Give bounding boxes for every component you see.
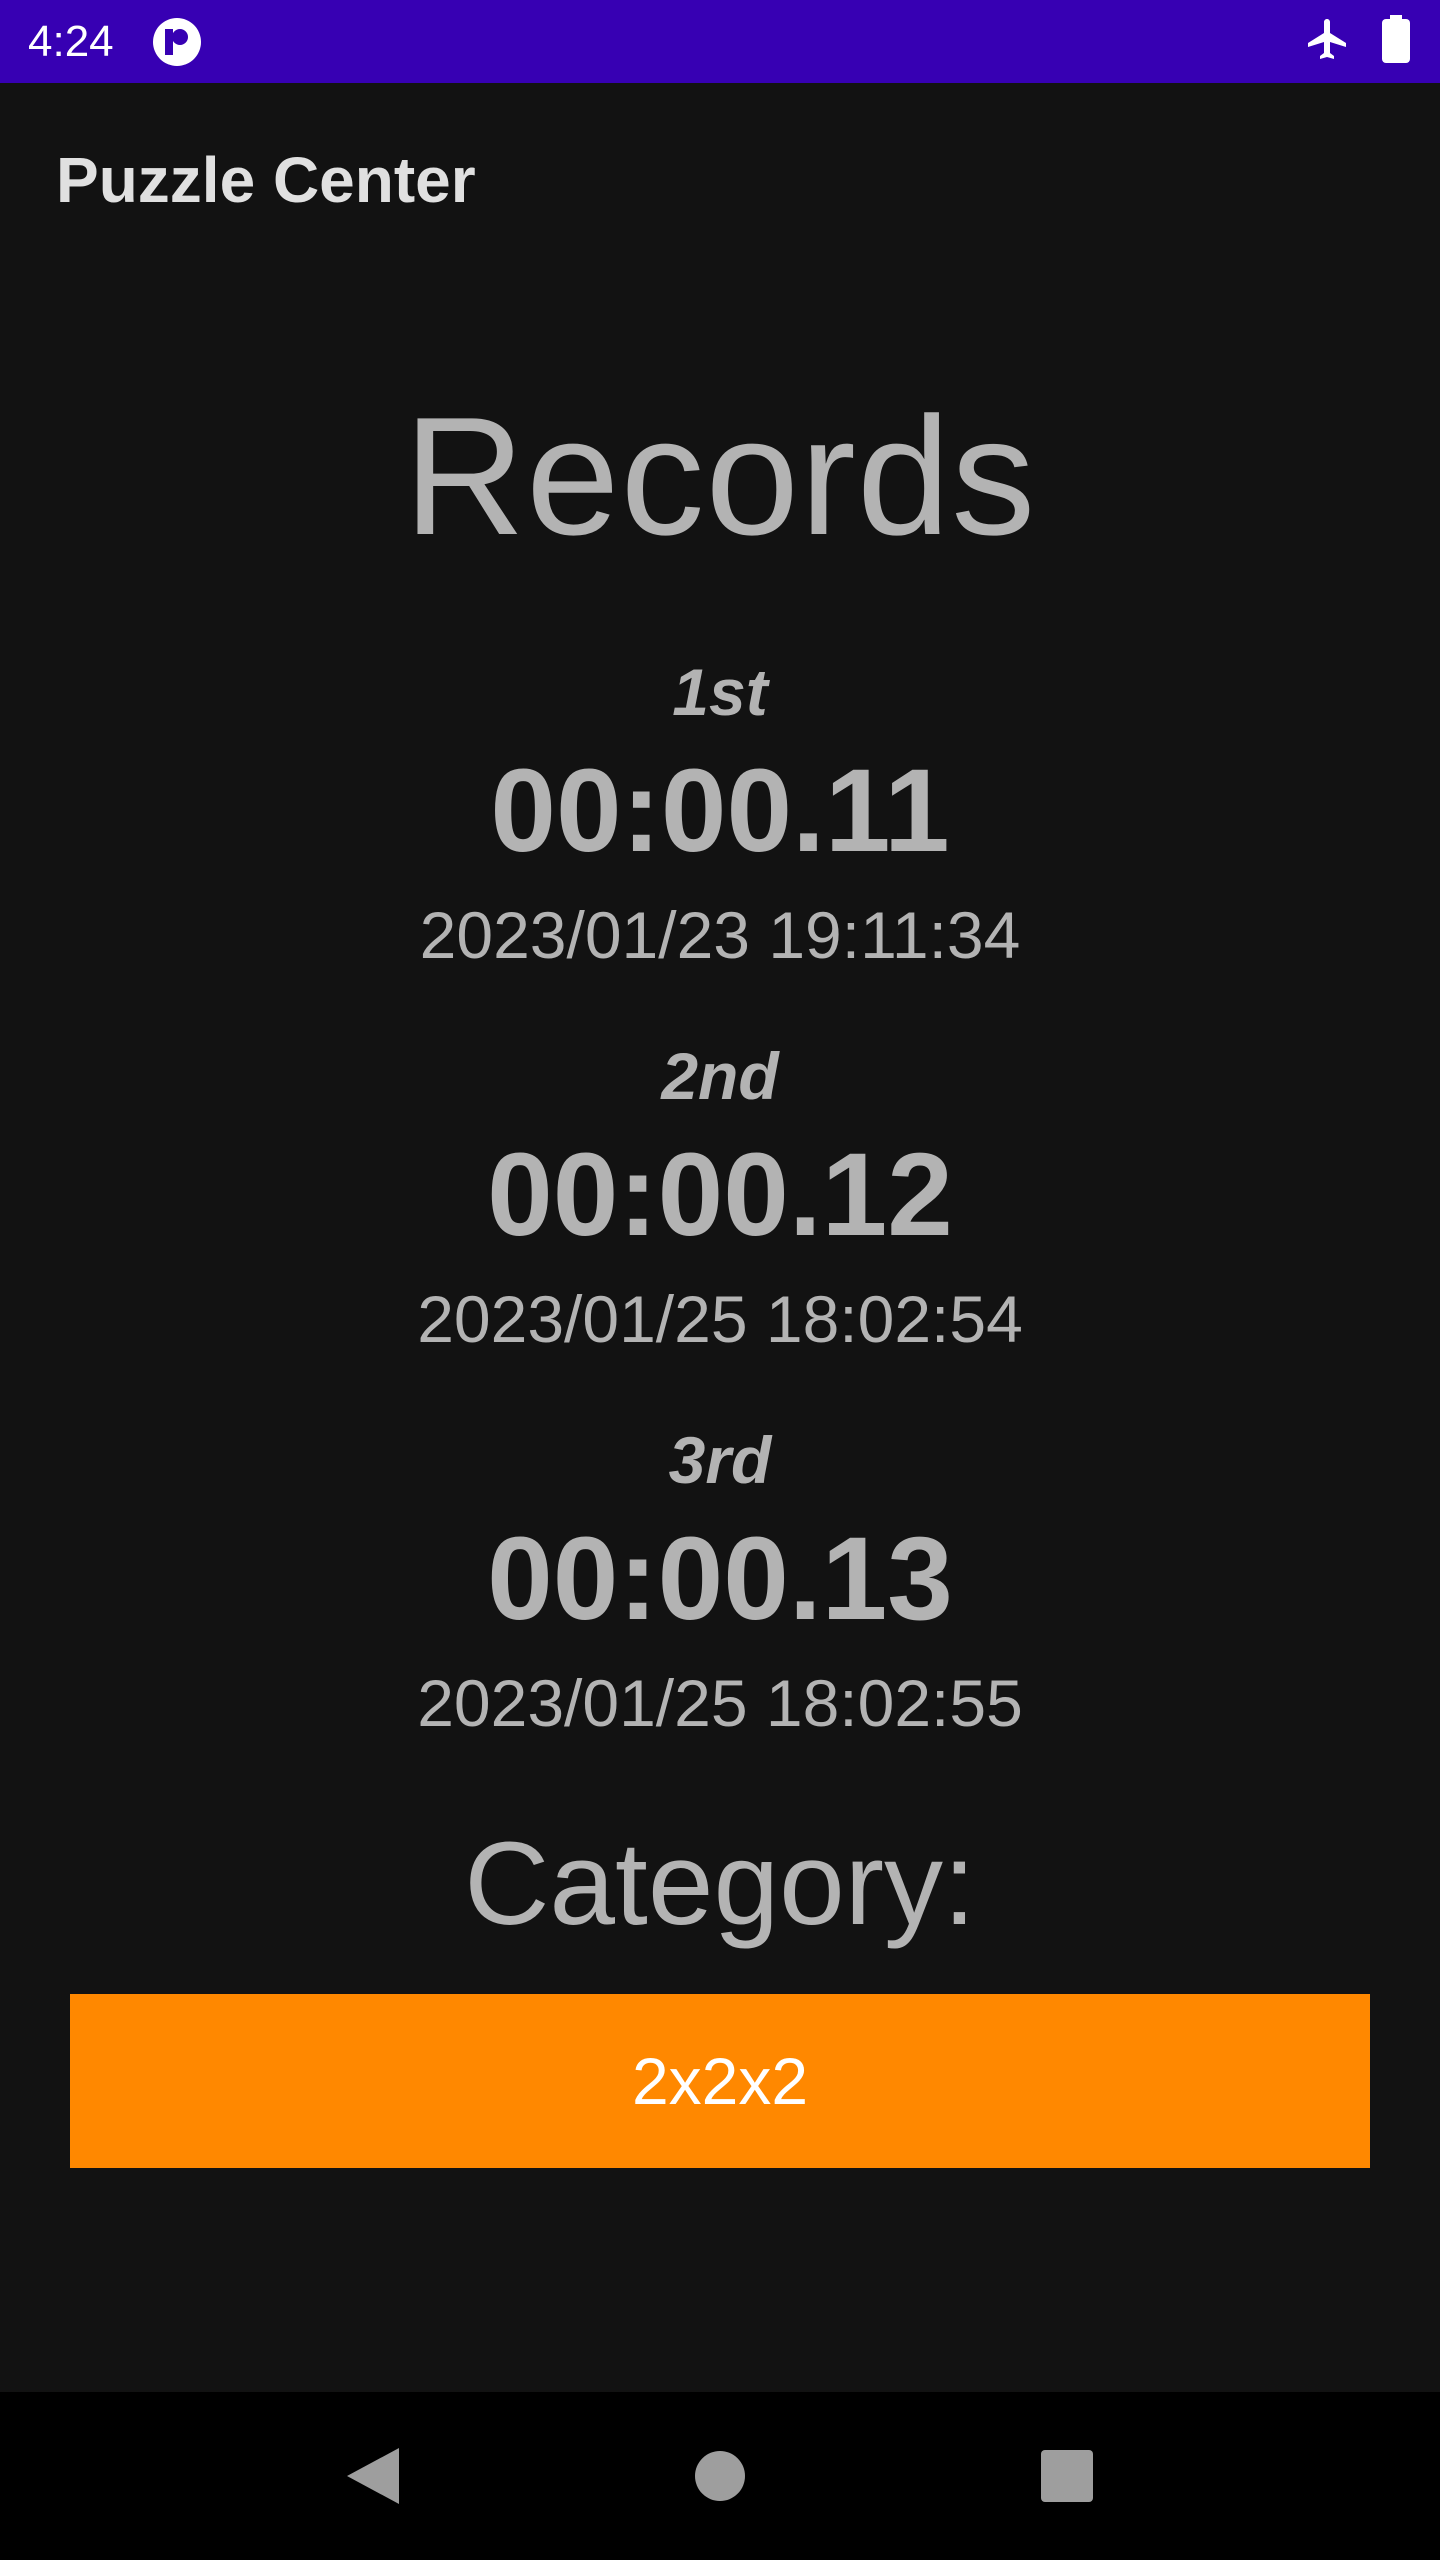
- record-third: 3rd 00:00.13 2023/01/25 18:02:55: [0, 1420, 1440, 1748]
- record-time: 00:00.11: [490, 745, 950, 877]
- record-time: 00:00.12: [487, 1129, 953, 1261]
- category-label: Category:: [464, 1818, 976, 1950]
- record-second: 2nd 00:00.12 2023/01/25 18:02:54: [0, 1036, 1440, 1364]
- app-notification-icon: [152, 17, 202, 67]
- record-rank: 2nd: [661, 1039, 779, 1113]
- record-date: 2023/01/25 18:02:55: [417, 1666, 1023, 1740]
- status-time: 4:24: [28, 16, 114, 66]
- navigation-bar: [0, 2392, 1440, 2560]
- recents-icon[interactable]: [1017, 2426, 1117, 2526]
- home-icon[interactable]: [670, 2426, 770, 2526]
- status-bar: 4:24: [0, 0, 1440, 83]
- record-date: 2023/01/25 18:02:54: [417, 1282, 1023, 1356]
- airplane-mode-icon: [1304, 15, 1352, 68]
- record-rank: 3rd: [668, 1423, 772, 1497]
- back-icon[interactable]: [323, 2426, 423, 2526]
- category-select-button[interactable]: 2x2x2: [70, 1994, 1370, 2168]
- record-rank: 1st: [672, 655, 768, 729]
- records-heading: Records: [403, 382, 1037, 570]
- record-first: 1st 00:00.11 2023/01/23 19:11:34: [0, 652, 1440, 980]
- record-date: 2023/01/23 19:11:34: [419, 898, 1021, 972]
- battery-icon: [1380, 15, 1412, 68]
- app-bar: Puzzle Center: [0, 83, 1440, 283]
- record-time: 00:00.13: [487, 1513, 953, 1645]
- app-title: Puzzle Center: [56, 144, 476, 216]
